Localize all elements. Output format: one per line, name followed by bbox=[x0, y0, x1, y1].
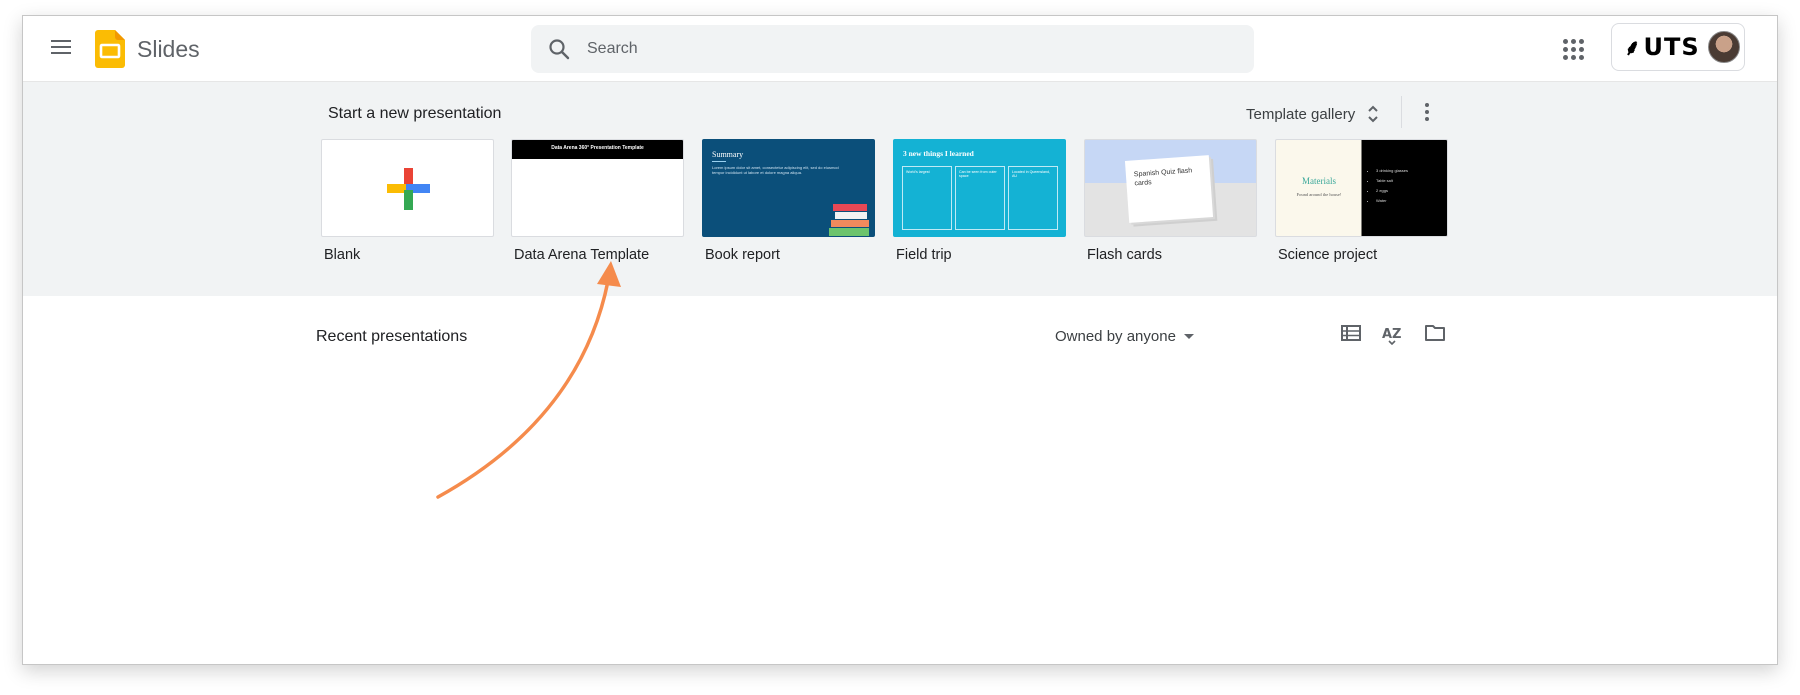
thumb-column: Located in Queensland, AU bbox=[1008, 166, 1058, 230]
template-data-arena[interactable]: Data Arena 360° Presentation Template Da… bbox=[511, 139, 684, 263]
divider bbox=[1401, 96, 1402, 128]
thumb-title: Spanish Quiz flash cards bbox=[1133, 167, 1193, 188]
thumb-header: Data Arena 360° Presentation Template bbox=[512, 140, 683, 159]
template-label: Book report bbox=[705, 247, 780, 263]
template-label: Data Arena Template bbox=[514, 247, 650, 263]
thumb-title: 3 new things I learned bbox=[903, 149, 974, 158]
plus-icon bbox=[387, 168, 430, 210]
recent-section-title: Recent presentations bbox=[316, 328, 468, 345]
folder-icon[interactable] bbox=[1423, 321, 1447, 345]
thumb-list: 3 drinking glasses Table salt 2 eggs Wat… bbox=[1376, 166, 1408, 206]
template-label: Flash cards bbox=[1087, 247, 1162, 263]
thumb-list-item: Water bbox=[1376, 196, 1408, 206]
template-blank[interactable]: Blank bbox=[321, 139, 494, 263]
svg-text:A: A bbox=[1382, 327, 1392, 342]
template-section: Start a new presentation Template galler… bbox=[23, 82, 1777, 296]
template-gallery-label: Template gallery bbox=[1246, 105, 1356, 123]
caret-down-icon bbox=[1183, 333, 1194, 339]
thumb-subtitle: Found around the house! bbox=[1296, 192, 1342, 197]
template-label: Science project bbox=[1278, 247, 1378, 263]
template-section-title: Start a new presentation bbox=[328, 105, 502, 122]
thumb-column-label: World's largest bbox=[906, 170, 930, 174]
app-name[interactable]: Slides bbox=[137, 36, 200, 63]
template-label: Blank bbox=[324, 247, 361, 263]
thumb-list-item: Table salt bbox=[1376, 176, 1408, 186]
sort-az-icon[interactable]: A Z bbox=[1381, 321, 1405, 345]
thumb-title: Materials bbox=[1302, 176, 1336, 186]
template-book-report[interactable]: Summary Lorem ipsum dolor sit amet, cons… bbox=[702, 139, 875, 263]
apps-grid-icon[interactable] bbox=[1561, 37, 1585, 61]
thumb-rule bbox=[712, 161, 726, 162]
avatar[interactable] bbox=[1708, 31, 1740, 63]
thumb-column-label: Can be seen from outer space bbox=[959, 170, 997, 178]
thumb-title: Summary bbox=[712, 150, 744, 159]
books-illustration bbox=[829, 204, 869, 236]
template-thumbnail[interactable]: 3 new things I learned World's largest C… bbox=[893, 139, 1066, 237]
template-thumbnail[interactable]: Materials Found around the house! 3 drin… bbox=[1275, 139, 1448, 237]
slides-logo-icon[interactable] bbox=[95, 30, 125, 68]
template-thumbnail[interactable]: Data Arena 360° Presentation Template bbox=[511, 139, 684, 237]
more-vert-icon[interactable] bbox=[1415, 97, 1439, 127]
svg-text:Z: Z bbox=[1392, 327, 1401, 342]
thumb-column-label: Located in Queensland, AU bbox=[1012, 170, 1050, 178]
top-bar: Slides ⸙UTS bbox=[23, 16, 1777, 82]
app-window: Slides ⸙UTS Start a new presentation Tem… bbox=[22, 15, 1778, 665]
org-logo: ⸙UTS bbox=[1624, 33, 1700, 61]
template-science-project[interactable]: Materials Found around the house! 3 drin… bbox=[1275, 139, 1448, 263]
template-thumbnail[interactable] bbox=[321, 139, 494, 237]
thumb-column: Can be seen from outer space bbox=[955, 166, 1005, 230]
template-thumbnail[interactable]: Spanish Quiz flash cards bbox=[1084, 139, 1257, 237]
account-switcher[interactable]: ⸙UTS bbox=[1611, 23, 1745, 71]
menu-icon[interactable] bbox=[47, 36, 75, 64]
template-gallery-button[interactable]: Template gallery bbox=[1238, 97, 1387, 131]
owner-filter-label: Owned by anyone bbox=[1055, 327, 1176, 345]
search-input[interactable] bbox=[587, 25, 1227, 73]
list-view-icon[interactable] bbox=[1339, 321, 1363, 345]
flash-card: Spanish Quiz flash cards bbox=[1124, 155, 1214, 223]
template-flash-cards[interactable]: Spanish Quiz flash cards Flash cards bbox=[1084, 139, 1257, 263]
search-bar[interactable] bbox=[531, 25, 1254, 73]
owner-filter-dropdown[interactable]: Owned by anyone bbox=[1055, 323, 1194, 349]
template-label: Field trip bbox=[896, 247, 952, 263]
thumb-list-item: 3 drinking glasses bbox=[1376, 166, 1408, 176]
thumb-list-item: 2 eggs bbox=[1376, 186, 1408, 196]
thumb-body: Lorem ipsum dolor sit amet, consectetur … bbox=[712, 165, 839, 175]
unfold-icon bbox=[1368, 105, 1378, 123]
thumb-column: World's largest bbox=[902, 166, 952, 230]
search-icon[interactable] bbox=[547, 37, 571, 61]
template-field-trip[interactable]: 3 new things I learned World's largest C… bbox=[893, 139, 1066, 263]
template-thumbnail[interactable]: Summary Lorem ipsum dolor sit amet, cons… bbox=[702, 139, 875, 237]
